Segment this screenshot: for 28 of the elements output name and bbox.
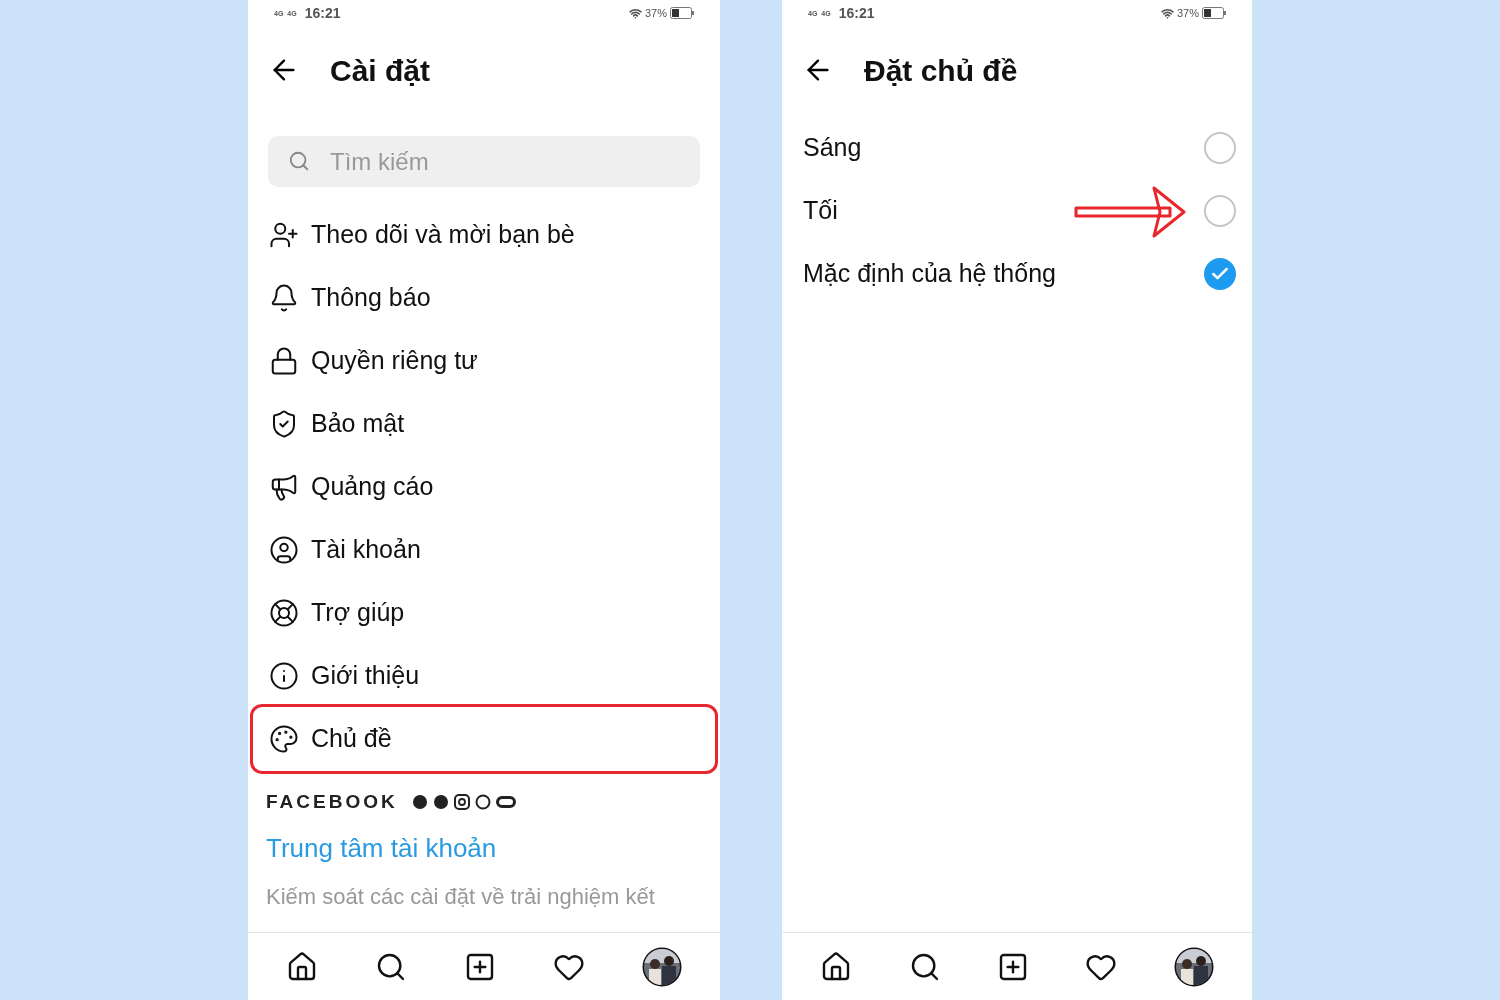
bell-icon [269, 282, 299, 313]
section-heading: FACEBOOK [266, 790, 398, 814]
battery-percent: 37% [644, 5, 667, 21]
battery-icon [1202, 7, 1226, 19]
page-title: Đặt chủ đề [864, 52, 1018, 89]
status-time: 16:21 [838, 3, 875, 23]
option-label: Tối [803, 194, 838, 226]
lifebuoy-icon [269, 597, 299, 628]
radio-button[interactable] [1204, 194, 1236, 227]
search-icon [288, 150, 310, 172]
radio-button[interactable] [1204, 257, 1236, 290]
search-field[interactable]: Tìm kiếm [268, 136, 700, 187]
settings-item[interactable]: Chủ đề [250, 703, 718, 774]
radio-button[interactable] [1204, 131, 1236, 164]
description-text: Kiếm soát các cài đặt về trải nghiệm kết [265, 882, 656, 911]
wifi-icon [1160, 6, 1174, 20]
battery-icon [670, 7, 694, 19]
palette-icon [269, 723, 299, 754]
info-icon [269, 660, 299, 691]
wifi-icon [628, 6, 642, 20]
instagram-icon [453, 794, 470, 811]
status-time: 16:21 [304, 3, 341, 23]
battery-percent: 37% [1176, 5, 1199, 21]
option-label: Sáng [803, 131, 862, 163]
option-label: Mặc định của hệ thống [803, 257, 1056, 289]
page-title: Cài đặt [330, 52, 431, 89]
person-circle-icon [269, 534, 299, 565]
lock-icon [269, 345, 299, 376]
